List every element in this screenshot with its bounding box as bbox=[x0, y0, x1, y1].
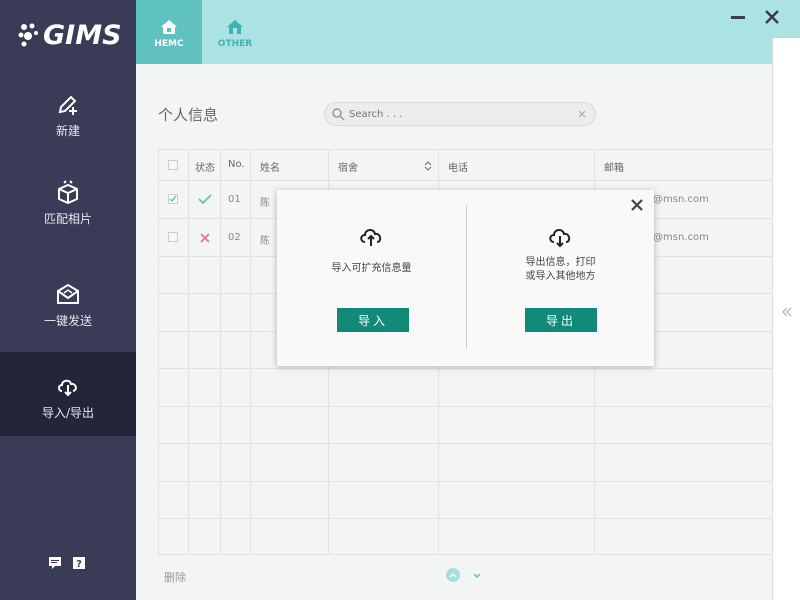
pen-plus-icon bbox=[58, 95, 77, 115]
cloud-download-icon bbox=[58, 379, 77, 397]
sidebar-item-new[interactable]: 新建 bbox=[0, 92, 136, 176]
column-header-status[interactable]: 状态 bbox=[195, 159, 215, 174]
sidebar-item-label: 新建 bbox=[55, 124, 80, 138]
box-icon bbox=[58, 180, 78, 204]
export-description-line1: 导出信息，打印 bbox=[525, 257, 596, 268]
sidebar-item-label: 导入/导出 bbox=[41, 406, 95, 420]
tab-hemc[interactable]: HEMC bbox=[136, 0, 202, 64]
page-title: 个人信息 bbox=[158, 106, 219, 124]
sidebar-bottom-icons: ? bbox=[48, 555, 86, 570]
sidebar-item-label: 一键发送 bbox=[43, 314, 92, 328]
export-panel: 导出信息，打印 或导入其他地方 导出 bbox=[466, 190, 655, 366]
row-no: 01 bbox=[228, 194, 241, 205]
logo-flower-icon bbox=[18, 23, 38, 47]
sidebar-item-match-photos[interactable]: 匹配相片 bbox=[0, 180, 136, 264]
help-icon[interactable]: ? bbox=[72, 555, 86, 570]
table-col-divider bbox=[250, 150, 251, 555]
select-all-checkbox[interactable] bbox=[168, 160, 178, 170]
clear-search-icon[interactable] bbox=[577, 109, 587, 119]
import-description: 导入可扩充信息量 bbox=[331, 263, 412, 274]
sort-icon[interactable] bbox=[424, 160, 432, 172]
column-header-dorm[interactable]: 宿舍 bbox=[338, 159, 358, 174]
minimize-icon[interactable] bbox=[730, 9, 746, 25]
table-footer: 删除 bbox=[158, 564, 772, 594]
tab-other[interactable]: OTHER bbox=[202, 0, 268, 64]
mail-icon bbox=[57, 283, 79, 304]
import-button[interactable]: 导入 bbox=[337, 308, 409, 332]
row-name: 陈 bbox=[260, 236, 270, 247]
logo-text: GIMS bbox=[43, 19, 122, 51]
tab-label: HEMC bbox=[154, 39, 184, 49]
search-box bbox=[324, 102, 596, 126]
search-input[interactable] bbox=[349, 106, 569, 122]
double-chevron-left-icon[interactable] bbox=[781, 306, 793, 318]
top-bar: HEMC OTHER bbox=[136, 0, 800, 64]
export-description-line2: 或导入其他地方 bbox=[525, 271, 596, 282]
cloud-upload-icon bbox=[360, 229, 382, 246]
cross-icon bbox=[200, 233, 210, 243]
sidebar: GIMS 新建 匹配相片 一键发送 导入/导出 ? bbox=[0, 0, 136, 600]
page-down-button[interactable] bbox=[470, 568, 484, 582]
app-logo: GIMS bbox=[18, 19, 122, 51]
sidebar-item-label: 匹配相片 bbox=[43, 212, 92, 226]
export-button[interactable]: 导出 bbox=[525, 308, 597, 332]
import-panel: 导入可扩充信息量 导入 bbox=[277, 190, 466, 366]
right-panel-strip bbox=[772, 38, 800, 600]
search-icon bbox=[332, 108, 345, 121]
comment-icon[interactable] bbox=[48, 555, 62, 569]
window-controls bbox=[730, 9, 780, 25]
row-name: 陈 bbox=[260, 198, 270, 209]
chevron-down-icon bbox=[473, 573, 481, 579]
home-icon bbox=[161, 20, 177, 34]
import-export-dialog: 导入可扩充信息量 导入 导出信息，打印 或导入其他地方 导出 bbox=[277, 190, 654, 366]
row-email: @msn.com bbox=[653, 194, 709, 205]
column-header-email[interactable]: 邮箱 bbox=[604, 159, 624, 174]
table-col-divider bbox=[220, 150, 221, 555]
table-row-divider bbox=[158, 368, 772, 369]
sidebar-item-import-export[interactable]: 导入/导出 bbox=[0, 352, 136, 436]
check-icon bbox=[198, 194, 212, 205]
row-no: 02 bbox=[228, 232, 241, 243]
home-icon bbox=[227, 20, 243, 34]
delete-button[interactable]: 删除 bbox=[164, 569, 186, 585]
table-row-divider bbox=[158, 180, 772, 181]
close-icon[interactable] bbox=[764, 9, 780, 25]
row-checkbox[interactable] bbox=[168, 232, 178, 242]
table-row-divider bbox=[158, 518, 772, 519]
column-header-no[interactable]: No. bbox=[228, 159, 245, 170]
chevron-up-icon bbox=[449, 572, 457, 578]
column-header-phone[interactable]: 电话 bbox=[448, 159, 468, 174]
row-email: @msn.com bbox=[653, 232, 709, 243]
cloud-download-icon bbox=[549, 229, 571, 248]
table-row-divider bbox=[158, 481, 772, 482]
page-up-button[interactable] bbox=[446, 568, 460, 582]
table-col-divider bbox=[188, 150, 189, 555]
row-checkbox[interactable] bbox=[168, 194, 178, 204]
table-row-divider bbox=[158, 406, 772, 407]
table-row-divider bbox=[158, 554, 772, 555]
svg-text:?: ? bbox=[76, 559, 82, 570]
table-col-divider bbox=[158, 150, 159, 555]
tab-label: OTHER bbox=[217, 39, 253, 49]
column-header-name[interactable]: 姓名 bbox=[260, 159, 280, 174]
table-row-divider bbox=[158, 443, 772, 444]
